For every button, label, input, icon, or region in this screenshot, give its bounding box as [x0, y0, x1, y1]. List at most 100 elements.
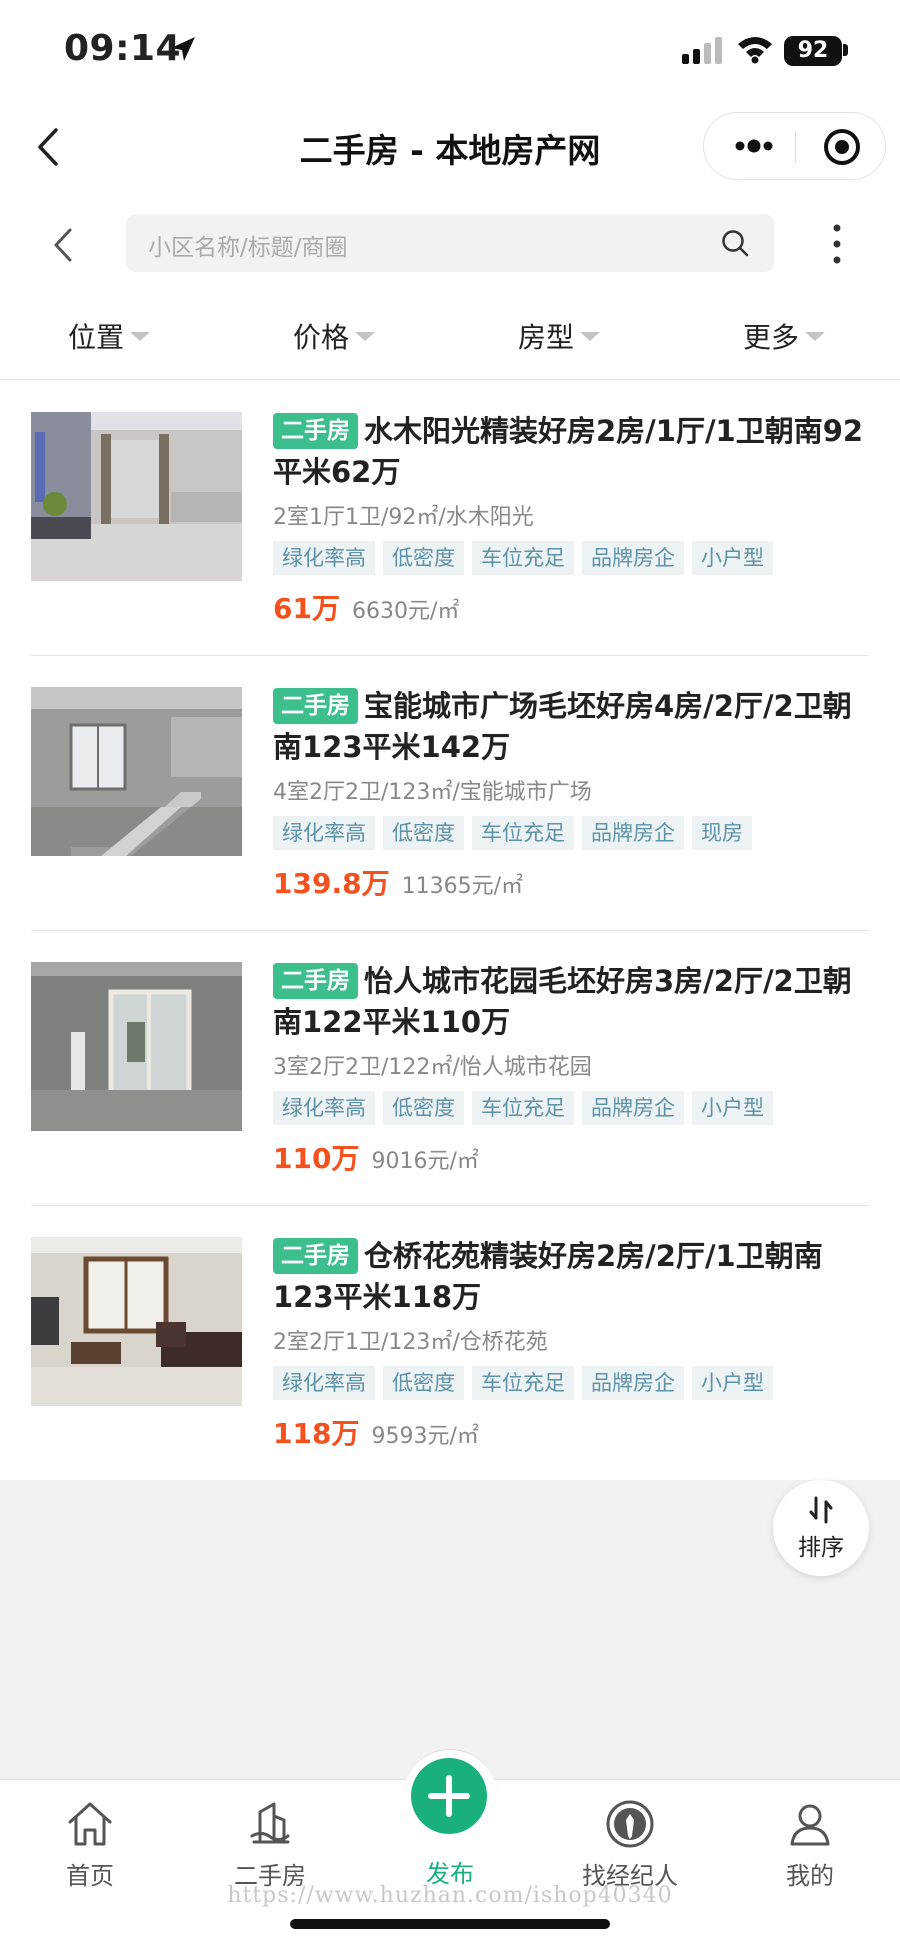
listing-price: 61万 6630元/㎡: [273, 587, 459, 627]
search-placeholder: 小区名称/标题/商圈: [148, 235, 348, 261]
publish-button[interactable]: [411, 1758, 487, 1834]
listing-unit-price: 11365元/㎡: [401, 874, 523, 899]
listing-card[interactable]: 二手房 宝能城市广场毛坯好房4房/2厅/2卫朝南123平米142万 4室2厅2卫/…: [0, 656, 900, 931]
listing-tag: 品牌房企: [582, 1091, 684, 1125]
listing-tag: 小户型: [692, 1091, 773, 1125]
listing-tag: 低密度: [383, 816, 464, 850]
watermark-url: https://www.huzhan.com/ishop40340: [227, 1883, 673, 1908]
location-arrow-icon: [171, 37, 195, 61]
listing-photo[interactable]: [31, 1237, 242, 1406]
listing-unit-price: 6630元/㎡: [351, 599, 460, 624]
listing-tag: 低密度: [383, 1366, 464, 1400]
listing-total-price: 118万: [273, 1417, 360, 1450]
filter-bar: 位置 价格 房型 更多: [0, 290, 900, 380]
search-row: 小区名称/标题/商圈: [0, 200, 900, 290]
listing-type-tag: 二手房: [273, 688, 358, 724]
listing-title-text: 水木阳光精装好房2房/1厅/1卫朝南92平米62万: [273, 414, 864, 489]
listing-list: 二手房 水木阳光精装好房2房/1厅/1卫朝南92平米62万 2室1厅1卫/92㎡/…: [0, 381, 900, 1480]
listing-photo[interactable]: [31, 962, 242, 1131]
listing-subtitle: 3室2厅2卫/122㎡/怡人城市花园: [273, 1055, 592, 1080]
listing-subtitle: 4室2厅2卫/123㎡/宝能城市广场: [273, 780, 592, 805]
sort-arrows-icon: [809, 1496, 833, 1524]
listing-type-tag: 二手房: [273, 1238, 358, 1274]
listing-title[interactable]: 二手房 宝能城市广场毛坯好房4房/2厅/2卫朝南123平米142万: [273, 686, 873, 768]
listing-tag: 低密度: [383, 1091, 464, 1125]
filter-label: 价格: [293, 321, 350, 354]
battery-indicator: 92: [784, 36, 842, 66]
status-time: 09:14: [64, 28, 182, 69]
listing-title-text: 怡人城市花园毛坯好房3房/2厅/2卫朝南122平米110万: [273, 964, 852, 1039]
home-icon: [68, 1802, 112, 1846]
listing-tag: 低密度: [383, 541, 464, 575]
listing-tags: 绿化率高 低密度 车位充足 品牌房企 现房: [273, 816, 760, 850]
filter-more[interactable]: 更多: [743, 316, 826, 354]
caret-down-icon: [355, 331, 376, 341]
listing-unit-price: 9593元/㎡: [371, 1424, 479, 1449]
listing-tag: 绿化率高: [273, 541, 375, 575]
listing-total-price: 110万: [273, 1142, 360, 1175]
listing-type-tag: 二手房: [273, 963, 358, 999]
listing-price: 139.8万 11365元/㎡: [273, 862, 523, 902]
user-icon: [790, 1804, 830, 1846]
listing-subtitle: 2室2厅1卫/123㎡/仓桥花苑: [273, 1330, 548, 1355]
status-bar: 09:14 92: [0, 0, 900, 100]
listing-unit-price: 9016元/㎡: [371, 1149, 479, 1174]
listing-tag: 绿化率高: [273, 1091, 375, 1125]
caret-down-icon: [130, 331, 151, 341]
battery-tip: [843, 44, 848, 56]
caret-down-icon: [805, 331, 826, 341]
listing-title[interactable]: 二手房 仓桥花苑精装好房2房/2厅/1卫朝南123平米118万: [273, 1236, 873, 1318]
filter-label: 更多: [743, 321, 800, 354]
listing-tag: 品牌房企: [582, 816, 684, 850]
listing-tag: 现房: [692, 816, 752, 850]
listing-tag: 绿化率高: [273, 816, 375, 850]
plus-icon: [428, 1775, 470, 1817]
search-icon: [722, 230, 749, 257]
sort-button[interactable]: 排序: [773, 1480, 869, 1576]
search-input[interactable]: 小区名称/标题/商圈: [126, 214, 774, 272]
search-back-icon[interactable]: [46, 222, 82, 268]
listing-tags: 绿化率高 低密度 车位充足 品牌房企 小户型: [273, 1091, 781, 1125]
listing-total-price: 61万: [273, 592, 340, 625]
capsule-divider: [795, 131, 796, 163]
listing-tag: 品牌房企: [582, 1366, 684, 1400]
navigation-bar: 二手房 - 本地房产网: [0, 100, 900, 200]
listing-tag: 车位充足: [472, 816, 574, 850]
listing-photo[interactable]: [31, 412, 242, 581]
sort-label: 排序: [798, 1535, 844, 1561]
listing-tag: 品牌房企: [582, 541, 684, 575]
listing-type-tag: 二手房: [273, 413, 358, 449]
filter-price[interactable]: 价格: [293, 316, 376, 354]
listing-tags: 绿化率高 低密度 车位充足 品牌房企 小户型: [273, 541, 781, 575]
listing-title[interactable]: 二手房 怡人城市花园毛坯好房3房/2厅/2卫朝南122平米110万: [273, 961, 873, 1043]
building-icon: [250, 1802, 290, 1844]
filter-label: 位置: [68, 321, 125, 354]
mini-program-capsule: [703, 112, 886, 180]
filter-layout[interactable]: 房型: [518, 316, 601, 354]
listing-title-text: 宝能城市广场毛坯好房4房/2厅/2卫朝南123平米142万: [273, 689, 852, 764]
listing-tag: 车位充足: [472, 1366, 574, 1400]
listing-tags: 绿化率高 低密度 车位充足 品牌房企 小户型: [273, 1366, 781, 1400]
kebab-menu-icon[interactable]: [820, 220, 854, 268]
listing-title[interactable]: 二手房 水木阳光精装好房2房/1厅/1卫朝南92平米62万: [273, 411, 873, 493]
listing-subtitle: 2室1厅1卫/92㎡/水木阳光: [273, 505, 534, 530]
listing-photo[interactable]: [31, 687, 242, 856]
listing-tag: 车位充足: [472, 1091, 574, 1125]
listing-tag: 小户型: [692, 1366, 773, 1400]
listing-price: 110万 9016元/㎡: [273, 1137, 479, 1177]
more-dots-icon[interactable]: [732, 133, 776, 159]
listing-tag: 绿化率高: [273, 1366, 375, 1400]
listing-card[interactable]: 二手房 怡人城市花园毛坯好房3房/2厅/2卫朝南122平米110万 3室2厅2卫/…: [0, 931, 900, 1206]
listing-tag: 小户型: [692, 541, 773, 575]
listing-card[interactable]: 二手房 水木阳光精装好房2房/1厅/1卫朝南92平米62万 2室1厅1卫/92㎡/…: [0, 381, 900, 656]
listing-price: 118万 9593元/㎡: [273, 1412, 479, 1452]
listing-card[interactable]: 二手房 仓桥花苑精装好房2房/2厅/1卫朝南123平米118万 2室2厅1卫/12…: [0, 1206, 900, 1481]
listing-total-price: 139.8万: [273, 867, 390, 900]
home-indicator: [290, 1919, 610, 1929]
caret-down-icon: [580, 331, 601, 341]
filter-location[interactable]: 位置: [68, 316, 151, 354]
close-target-icon[interactable]: [822, 127, 862, 167]
cellular-signal-icon: [682, 37, 722, 64]
filter-label: 房型: [518, 321, 575, 354]
listing-tag: 车位充足: [472, 541, 574, 575]
